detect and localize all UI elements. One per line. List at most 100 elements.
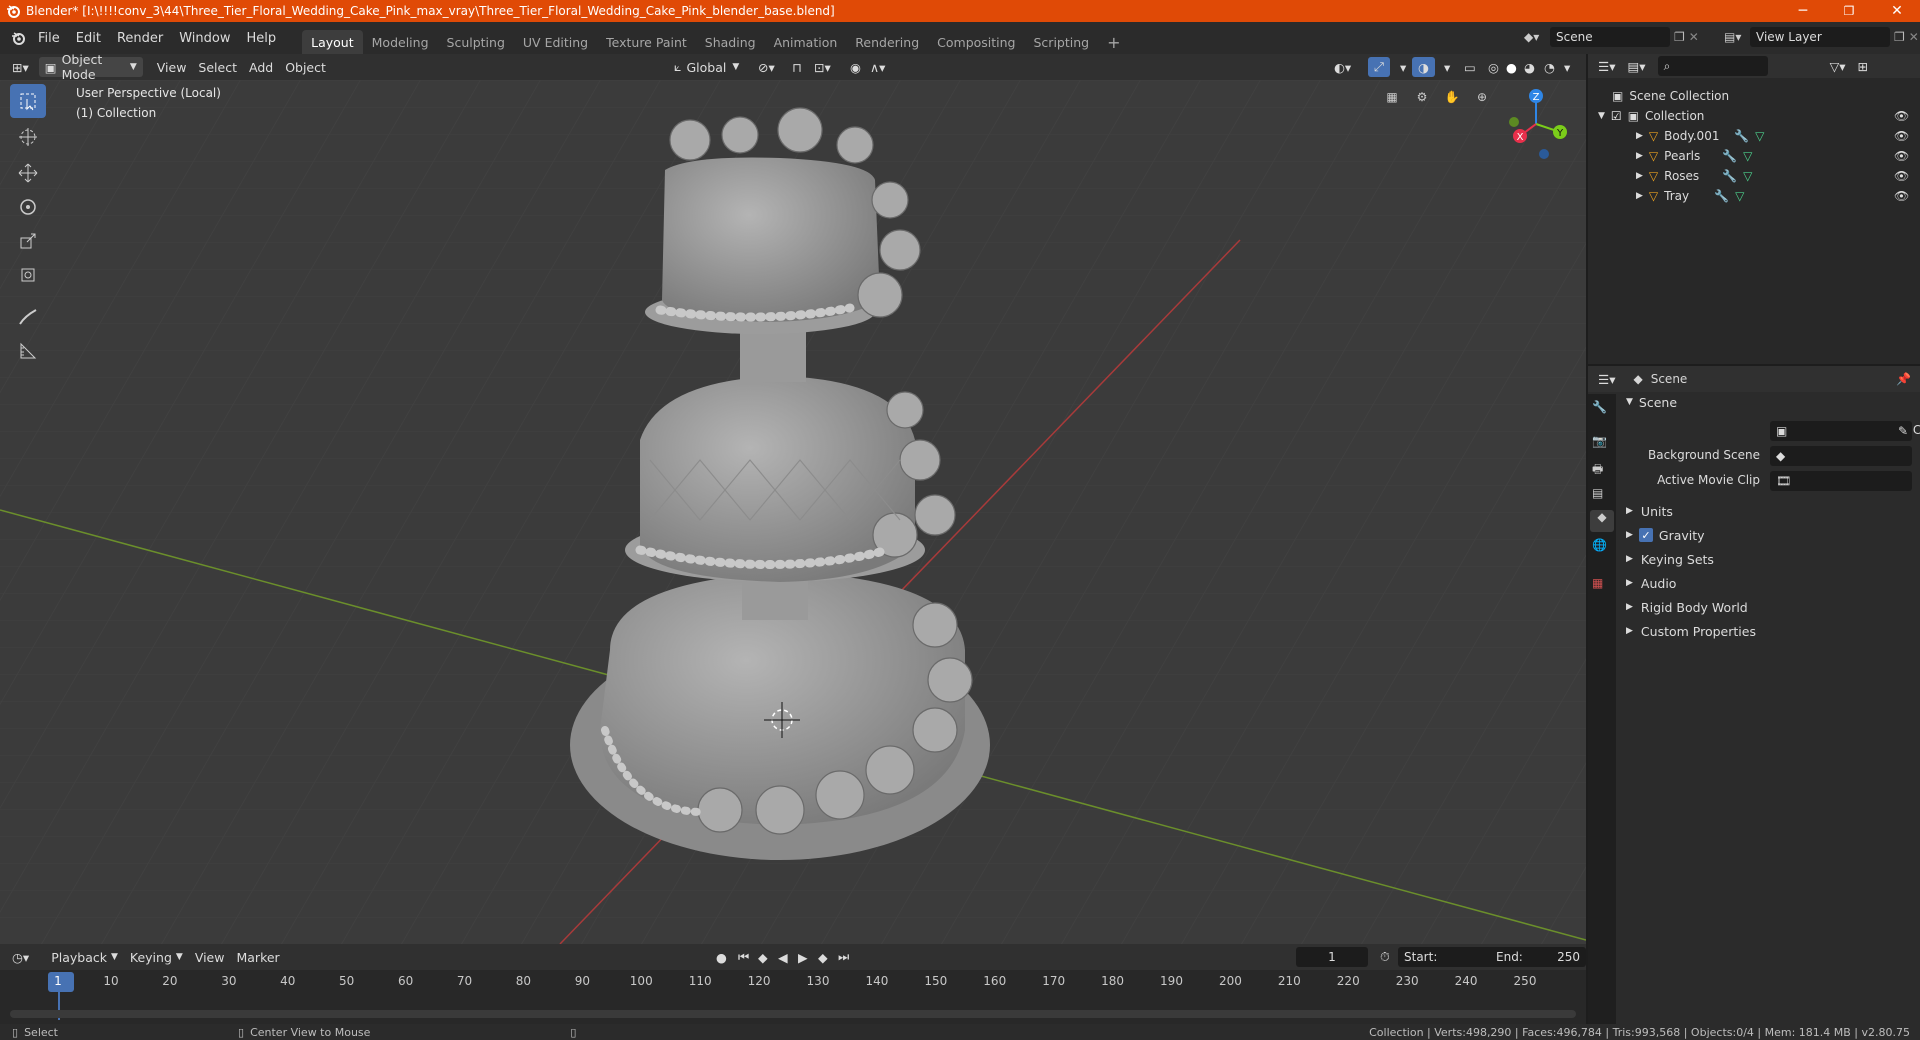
menu-file[interactable]: File	[30, 22, 68, 54]
menu-marker[interactable]: Marker	[230, 947, 285, 967]
transform-orientation-dropdown[interactable]: ⟀ Global ▼	[668, 57, 745, 77]
menu-playback[interactable]: Playback ▼	[45, 947, 124, 967]
editor-type-icon[interactable]: ⊞▾	[6, 57, 35, 77]
gravity-checkbox[interactable]: ✓	[1638, 528, 1653, 542]
view-layer-field[interactable]: View Layer	[1750, 27, 1890, 47]
display-mode-icon[interactable]: ▤▾	[1621, 56, 1651, 76]
tab-modeling[interactable]: Modeling	[363, 30, 438, 54]
eye-icon[interactable]: 👁	[1894, 149, 1909, 163]
timeline-editor-icon[interactable]: ◷▾	[6, 947, 35, 967]
eye-icon[interactable]: 👁	[1894, 189, 1909, 203]
falloff-icon[interactable]: ∧▾	[864, 57, 891, 77]
snap-icon[interactable]: ⊓	[786, 57, 808, 77]
zoom-icon[interactable]: ⊕	[1472, 90, 1492, 110]
camera-view-icon[interactable]: ⚙	[1412, 90, 1432, 110]
panel-audio[interactable]: ▶ Audio	[1618, 571, 1918, 595]
visibility-icon[interactable]: ◐▾	[1328, 57, 1357, 77]
maximize-button[interactable]: ❐	[1826, 0, 1872, 22]
transform-tool-icon[interactable]	[10, 258, 46, 292]
background-scene-field[interactable]: ◆	[1770, 446, 1912, 466]
add-workspace-button[interactable]: +	[1098, 30, 1129, 54]
snap-target-icon[interactable]: ⊡▾	[808, 57, 837, 77]
menu-select[interactable]: Select	[192, 57, 243, 77]
menu-view[interactable]: View	[151, 57, 193, 77]
3d-viewport[interactable]: User Perspective (Local) (1) Collection …	[0, 80, 1586, 944]
scale-tool-icon[interactable]	[10, 224, 46, 258]
render-tab-icon[interactable]: 📷	[1592, 434, 1607, 448]
pin-icon[interactable]: 📌	[1896, 372, 1911, 386]
checkbox-icon[interactable]: ☑	[1611, 109, 1622, 123]
scene-field[interactable]: Scene	[1550, 27, 1670, 47]
expand-arrow-icon[interactable]: ▼	[1598, 111, 1605, 121]
remove-scene-icon[interactable]: ✕	[1689, 30, 1699, 44]
panel-units[interactable]: ▶ Units	[1618, 499, 1918, 523]
rotate-tool-icon[interactable]	[10, 190, 46, 224]
play-reverse-icon[interactable]: ◀	[772, 947, 794, 967]
record-icon[interactable]: ●	[710, 947, 733, 967]
toggle-camera-grid-icon[interactable]: ▦	[1382, 90, 1402, 110]
navigation-gizmo[interactable]: Z Y X	[1496, 84, 1576, 164]
panel-custom-properties[interactable]: ▶ Custom Properties	[1618, 619, 1918, 643]
world-tab-icon[interactable]: 🌐	[1592, 538, 1607, 552]
tab-uv-editing[interactable]: UV Editing	[514, 30, 597, 54]
view-layer-tab-icon[interactable]: ▤	[1592, 486, 1603, 500]
tab-sculpting[interactable]: Sculpting	[438, 30, 514, 54]
timeline-area[interactable]: 1 10 20 30 40 50 60 70 80 90 100 110 120 130 140 150 160…	[0, 970, 1586, 1024]
menu-keying[interactable]: Keying ▼	[124, 947, 189, 967]
outliner-row-pearls[interactable]: ▶ ▽ Pearls 🔧 ▽ 👁	[1588, 146, 1920, 166]
overlay-dropdown-icon[interactable]: ▾	[1438, 57, 1456, 77]
active-movie-clip-field[interactable]: 🎞	[1770, 471, 1912, 491]
gizmo-toggle-icon[interactable]: ⤢	[1368, 57, 1391, 77]
duplicate-scene-icon[interactable]: ❐	[1674, 30, 1685, 44]
tab-rendering[interactable]: Rendering	[846, 30, 928, 54]
duplicate-view-layer-icon[interactable]: ❐	[1894, 30, 1905, 44]
new-collection-icon[interactable]: ⊞	[1851, 56, 1873, 76]
play-icon[interactable]: ▶	[792, 947, 814, 967]
select-box-tool-icon[interactable]	[10, 84, 46, 118]
expand-arrow-icon[interactable]: ▶	[1636, 171, 1643, 181]
pan-hand-icon[interactable]: ✋	[1442, 90, 1462, 110]
move-tool-icon[interactable]	[10, 156, 46, 190]
properties-editor-icon[interactable]: ☰▾	[1592, 369, 1621, 389]
menu-help[interactable]: Help	[239, 22, 285, 54]
prev-keyframe-icon[interactable]: ◆	[752, 947, 774, 967]
overlay-toggle-icon[interactable]: ◑	[1412, 57, 1435, 77]
texture-tab-icon[interactable]: ▦	[1592, 576, 1603, 590]
menu-window[interactable]: Window	[171, 22, 238, 54]
outliner-search-input[interactable]: ⌕	[1657, 56, 1768, 76]
outliner-row-collection[interactable]: ▼ ☑ ▣ Collection 👁	[1588, 106, 1920, 126]
mode-dropdown[interactable]: ▣ Object Mode ▼	[38, 52, 143, 82]
expand-arrow-icon[interactable]: ▶	[1636, 191, 1643, 201]
menu-timeline-view[interactable]: View	[189, 947, 231, 967]
expand-arrow-icon[interactable]: ▶	[1636, 131, 1643, 141]
pivot-point-icon[interactable]: ⊘▾	[752, 57, 781, 77]
outliner-row-scene-collection[interactable]: ▣ Scene Collection	[1588, 86, 1920, 106]
eyedropper-icon[interactable]: ✎	[1898, 424, 1908, 438]
filter-icon[interactable]: ▽▾	[1824, 56, 1852, 76]
tab-layout[interactable]: Layout	[302, 30, 363, 54]
tab-compositing[interactable]: Compositing	[928, 30, 1024, 54]
cursor-tool-icon[interactable]	[10, 120, 46, 154]
eye-icon[interactable]: 👁	[1894, 129, 1909, 143]
camera-field[interactable]: ▣ ✎	[1770, 421, 1912, 441]
annotate-tool-icon[interactable]	[10, 300, 46, 334]
minimize-button[interactable]: ─	[1780, 0, 1826, 22]
jump-end-icon[interactable]: ⏭	[832, 947, 855, 967]
expand-arrow-icon[interactable]: ▶	[1636, 151, 1643, 161]
timeline-scrollbar[interactable]	[10, 1010, 1576, 1018]
eye-icon[interactable]: 👁	[1894, 169, 1909, 183]
outliner-row-body[interactable]: ▶ ▽ Body.001 🔧 ▽ 👁	[1588, 126, 1920, 146]
tab-animation[interactable]: Animation	[765, 30, 847, 54]
xray-icon[interactable]: ▭	[1458, 57, 1482, 77]
panel-rigid-body-world[interactable]: ▶ Rigid Body World	[1618, 595, 1918, 619]
outliner-editor-icon[interactable]: ☰▾	[1592, 56, 1621, 76]
close-button[interactable]: ✕	[1874, 0, 1920, 22]
tab-scripting[interactable]: Scripting	[1025, 30, 1099, 54]
tab-shading[interactable]: Shading	[696, 30, 765, 54]
stopwatch-icon[interactable]: ⏱	[1374, 947, 1396, 967]
gizmo-dropdown-icon[interactable]: ▾	[1394, 57, 1412, 77]
tab-texture-paint[interactable]: Texture Paint	[597, 30, 696, 54]
current-frame-field[interactable]: 1	[1296, 947, 1368, 967]
outliner-row-roses[interactable]: ▶ ▽ Roses 🔧 ▽ 👁	[1588, 166, 1920, 186]
next-keyframe-icon[interactable]: ◆	[812, 947, 834, 967]
